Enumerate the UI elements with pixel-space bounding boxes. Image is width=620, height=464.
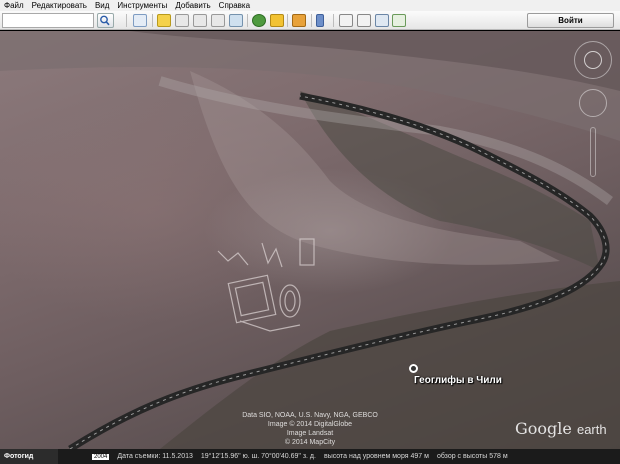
- placemark-icon[interactable]: [157, 14, 171, 27]
- move-joystick[interactable]: [579, 89, 607, 117]
- maps-icon[interactable]: [392, 14, 406, 27]
- menu-help[interactable]: Справка: [219, 0, 250, 11]
- toolbar-separator: [333, 14, 334, 27]
- imagery-date: Дата съемки: 11.5.2013: [117, 453, 193, 460]
- placemark-label[interactable]: Геоглифы в Чили: [414, 375, 502, 386]
- menu-view[interactable]: Вид: [95, 0, 109, 11]
- copyright-line: Image © 2014 DigitalGlobe: [267, 421, 353, 428]
- image-overlay-icon[interactable]: [211, 14, 225, 27]
- menu-bar: Файл Редактировать Вид Инструменты Добав…: [0, 0, 620, 11]
- ruler-icon[interactable]: [316, 14, 324, 27]
- historical-imagery-icon[interactable]: [252, 14, 266, 27]
- sunlight-icon[interactable]: [270, 14, 284, 27]
- copyright-line: Data SIO, NOAA, U.S. Navy, NGA, GEBCO: [242, 412, 378, 419]
- logo-google: Google: [515, 419, 572, 438]
- sidebar-icon[interactable]: [133, 14, 147, 27]
- save-image-icon[interactable]: [375, 14, 389, 27]
- toolbar-separator: [152, 14, 153, 27]
- tour-guide-button[interactable]: Фотогид: [0, 449, 58, 464]
- menu-edit[interactable]: Редактировать: [32, 0, 87, 11]
- compass-icon[interactable]: [584, 51, 602, 69]
- copyright-line: Image Landsat: [286, 430, 334, 437]
- toolbar-separator: [287, 14, 288, 27]
- print-icon[interactable]: [357, 14, 371, 27]
- earth-view[interactable]: Геоглифы в Чили Data SIO, NOAA, U.S. Nav…: [0, 31, 620, 449]
- toolbar-separator: [247, 14, 248, 27]
- toolbar-separator: [126, 14, 127, 27]
- historical-year[interactable]: 2004: [92, 453, 110, 460]
- copyright-line: © 2014 MapCity: [284, 439, 336, 446]
- status-bar: Фотогид 2004 Дата съемки: 11.5.2013 19°1…: [0, 449, 620, 464]
- geoglyphs: [217, 238, 315, 332]
- search-icon: [100, 15, 110, 26]
- email-icon[interactable]: [339, 14, 353, 27]
- path-icon[interactable]: [193, 14, 207, 27]
- zoom-slider[interactable]: [590, 127, 596, 177]
- google-earth-logo: Google earth: [515, 419, 607, 438]
- toolbar: Войти: [0, 11, 620, 30]
- planets-icon[interactable]: [292, 14, 306, 27]
- eye-altitude: обзор с высоты 578 м: [436, 453, 508, 460]
- polygon-icon[interactable]: [175, 14, 189, 27]
- toolbar-separator: [311, 14, 312, 27]
- terrain-imagery: [0, 31, 620, 449]
- imagery-copyright: Data SIO, NOAA, U.S. Navy, NGA, GEBCO Im…: [230, 411, 390, 447]
- altitude: высота над уровнем моря 497 м: [323, 453, 429, 460]
- search-button[interactable]: [97, 13, 114, 28]
- coordinates: 19°12'15.96" ю. ш. 70°00'40.69" з. д.: [200, 453, 316, 460]
- logo-earth: earth: [576, 422, 607, 437]
- tour-guide-label: Фотогид: [4, 453, 34, 460]
- placemark-pin-icon[interactable]: [409, 364, 418, 373]
- search-input[interactable]: [2, 13, 94, 28]
- tour-icon[interactable]: [229, 14, 243, 27]
- menu-file[interactable]: Файл: [4, 0, 24, 11]
- navigation-controls: [570, 37, 616, 187]
- signin-button[interactable]: Войти: [527, 13, 614, 28]
- menu-tools[interactable]: Инструменты: [117, 0, 167, 11]
- menu-add[interactable]: Добавить: [175, 0, 210, 11]
